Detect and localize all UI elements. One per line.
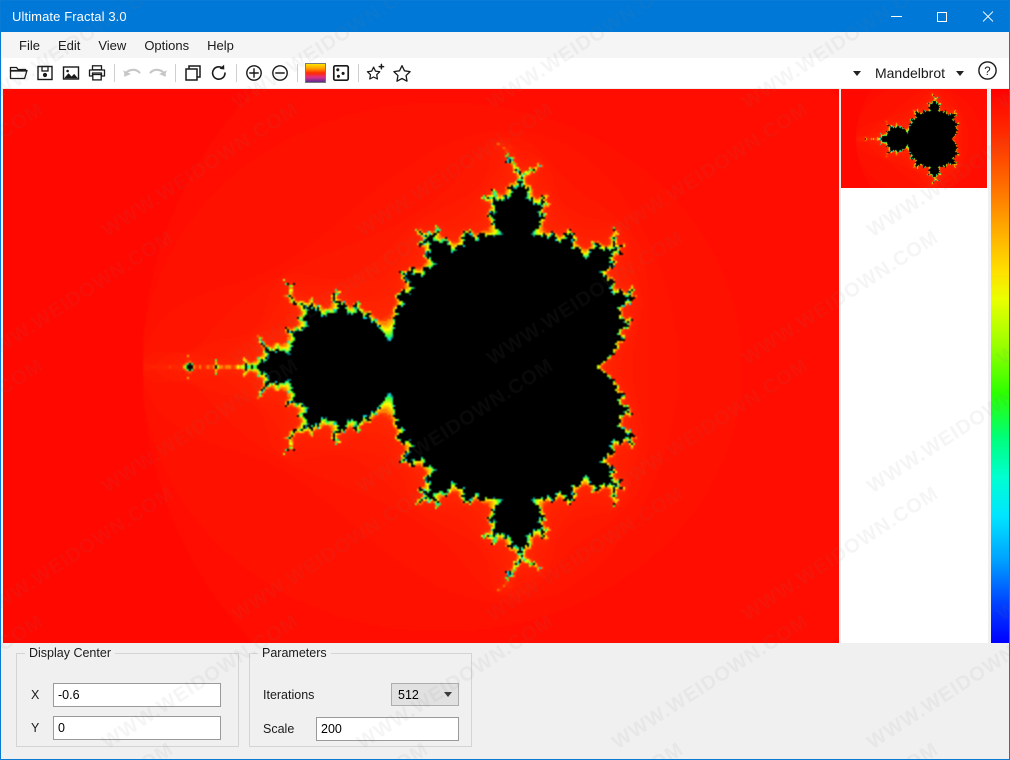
scale-input[interactable] bbox=[316, 717, 459, 741]
center-y-input[interactable] bbox=[53, 716, 221, 740]
title-bar: Ultimate Fractal 3.0 bbox=[1, 1, 1009, 32]
add-favorite-button[interactable] bbox=[363, 60, 389, 86]
toolbar-separator-4 bbox=[297, 64, 298, 82]
menu-options[interactable]: Options bbox=[135, 35, 198, 56]
toolbar-separator-5 bbox=[358, 64, 359, 82]
scale-row: Scale bbox=[263, 717, 459, 741]
toolbar-separator-2 bbox=[175, 64, 176, 82]
save-icon bbox=[37, 65, 53, 81]
toolbar-overflow-button[interactable] bbox=[849, 62, 865, 84]
zoom-out-button[interactable] bbox=[267, 60, 293, 86]
iterations-label: Iterations bbox=[263, 687, 315, 702]
center-x-label: X bbox=[31, 688, 40, 702]
gradient-swatch-icon bbox=[304, 63, 326, 83]
maximize-button[interactable] bbox=[919, 1, 965, 32]
window-controls bbox=[873, 1, 1009, 32]
toolbar-right-group: Mandelbrot ? bbox=[849, 60, 1009, 86]
fractal-thumbnail[interactable] bbox=[841, 89, 987, 188]
iterations-value: 512 bbox=[398, 687, 419, 702]
minimize-button[interactable] bbox=[873, 1, 919, 32]
fractal-thumbnail-canvas[interactable] bbox=[841, 89, 987, 188]
center-y-row: Y bbox=[31, 716, 221, 740]
menu-view[interactable]: View bbox=[89, 35, 135, 56]
center-x-row: X bbox=[31, 683, 221, 707]
minimize-icon bbox=[890, 16, 902, 17]
scale-label: Scale bbox=[263, 722, 295, 736]
export-image-icon bbox=[62, 66, 80, 80]
zoom-in-button[interactable] bbox=[241, 60, 267, 86]
close-button[interactable] bbox=[965, 1, 1009, 32]
chevron-down-icon bbox=[852, 70, 861, 76]
print-icon bbox=[88, 65, 106, 81]
close-icon bbox=[982, 11, 994, 23]
bottom-panel: Display Center X Y Parameters Iterations… bbox=[2, 646, 1009, 759]
svg-text:?: ? bbox=[984, 66, 990, 78]
print-button[interactable] bbox=[84, 60, 110, 86]
redo-button[interactable] bbox=[145, 60, 171, 86]
refresh-icon bbox=[211, 64, 226, 81]
menu-bar: File Edit View Options Help bbox=[2, 32, 1009, 58]
redo-icon bbox=[149, 68, 167, 77]
undo-button[interactable] bbox=[119, 60, 145, 86]
parameters-group: Parameters Iterations 512 Scale bbox=[249, 646, 472, 747]
application-window: Ultimate Fractal 3.0 File Edit View Opti… bbox=[0, 0, 1010, 760]
zoom-in-icon bbox=[246, 65, 262, 81]
iterations-row: Iterations 512 bbox=[263, 683, 459, 706]
window-title: Ultimate Fractal 3.0 bbox=[12, 9, 127, 24]
iterations-select[interactable]: 512 bbox=[391, 683, 459, 706]
help-button[interactable]: ? bbox=[977, 60, 998, 86]
copy-button[interactable] bbox=[180, 60, 206, 86]
center-y-label: Y bbox=[31, 721, 40, 735]
maximize-icon bbox=[937, 11, 947, 22]
favorites-button[interactable] bbox=[389, 60, 415, 86]
menu-help[interactable]: Help bbox=[198, 35, 243, 56]
undo-icon bbox=[123, 68, 141, 77]
chevron-down-icon bbox=[444, 692, 452, 697]
toolbar-separator-1 bbox=[114, 64, 115, 82]
zoom-out-icon bbox=[272, 65, 288, 81]
copy-icon bbox=[185, 65, 201, 81]
toolbar: Mandelbrot ? bbox=[2, 58, 1009, 88]
display-center-group: Display Center X Y bbox=[16, 646, 239, 747]
fractal-type-label[interactable]: Mandelbrot bbox=[875, 65, 945, 81]
toolbar-separator-3 bbox=[236, 64, 237, 82]
preview-side-panel bbox=[841, 89, 988, 643]
open-folder-icon bbox=[9, 66, 28, 80]
parameters-legend: Parameters bbox=[258, 646, 331, 660]
help-circle-icon: ? bbox=[978, 61, 997, 80]
export-image-button[interactable] bbox=[58, 60, 84, 86]
menu-edit[interactable]: Edit bbox=[49, 35, 89, 56]
fractal-canvas-area[interactable] bbox=[3, 89, 839, 643]
gradient-button[interactable] bbox=[302, 60, 328, 86]
dice-icon bbox=[332, 64, 350, 82]
random-button[interactable] bbox=[328, 60, 354, 86]
palette-colorbar[interactable] bbox=[991, 89, 1009, 643]
chevron-down-icon bbox=[956, 70, 964, 76]
favorites-icon bbox=[393, 65, 411, 82]
fractal-render-canvas[interactable] bbox=[3, 89, 839, 643]
center-x-input[interactable] bbox=[53, 683, 221, 707]
fractal-type-dropdown-button[interactable] bbox=[952, 62, 968, 84]
refresh-button[interactable] bbox=[206, 60, 232, 86]
open-button[interactable] bbox=[6, 60, 32, 86]
menu-file[interactable]: File bbox=[10, 35, 49, 56]
display-center-legend: Display Center bbox=[25, 646, 115, 660]
add-favorite-icon bbox=[366, 63, 385, 80]
save-button[interactable] bbox=[32, 60, 58, 86]
